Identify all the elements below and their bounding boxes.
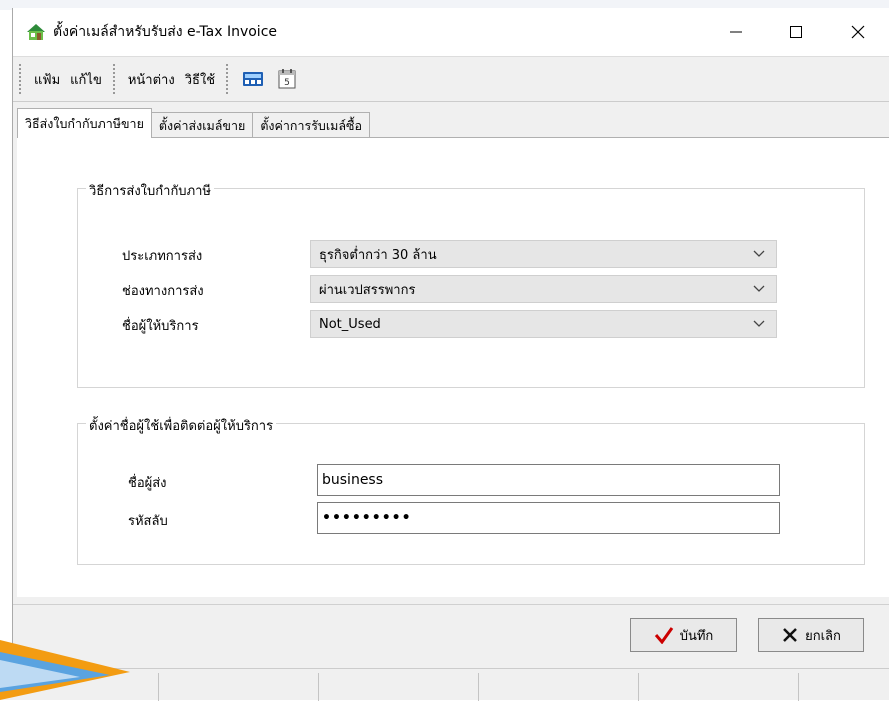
maximize-button[interactable] [773, 8, 819, 56]
title-bar: ตั้งค่าเมล์สำหรับรับส่ง e-Tax Invoice [13, 8, 889, 56]
chevron-down-icon [753, 320, 765, 327]
cancel-button-label: ยกเลิก [805, 628, 841, 644]
sender-input[interactable]: business [317, 464, 780, 496]
password-input[interactable]: ••••••••• [317, 502, 780, 534]
svg-text:5: 5 [284, 78, 290, 88]
checkmark-icon [654, 627, 673, 644]
provider-label: ชื่อผู้ให้บริการ [122, 319, 199, 334]
send-method-group-title: วิธีการส่งใบกำกับภาษี [86, 180, 215, 201]
toolbar-grip [226, 64, 230, 94]
toolbar-grip [19, 64, 23, 94]
provider-login-group: ตั้งค่าชื่อผู้ใช้เพื่อติดต่อผู้ให้บริการ… [77, 415, 865, 565]
minimize-button[interactable] [713, 8, 759, 56]
status-divider [638, 673, 639, 701]
provider-select[interactable]: Not_Used [310, 310, 777, 338]
menu-edit[interactable]: แก้ไข [65, 69, 107, 90]
tab-sales-mail[interactable]: ตั้งค่าส่งเมล์ขาย [150, 112, 254, 138]
calculator-icon[interactable] [241, 68, 265, 90]
save-button-label: บันทึก [679, 628, 714, 644]
toolbar-grip [112, 64, 117, 94]
cancel-button[interactable]: ยกเลิก [758, 618, 864, 652]
send-channel-label: ช่องทางการส่ง [122, 284, 204, 299]
sender-label: ชื่อผู้ส่ง [128, 476, 167, 491]
close-button[interactable] [835, 8, 881, 56]
password-value: ••••••••• [322, 510, 412, 526]
chevron-down-icon [753, 250, 765, 257]
tab-panel: วิธีการส่งใบกำกับภาษี ประเภทการส่ง ธุรกิ… [17, 137, 889, 597]
chevron-down-icon [753, 285, 765, 292]
close-icon [851, 25, 865, 39]
status-divider [158, 673, 159, 701]
minimize-icon [730, 31, 742, 33]
status-divider [478, 673, 479, 701]
status-divider [318, 673, 319, 701]
menu-window[interactable]: หน้าต่าง [123, 69, 180, 90]
send-channel-value: ผ่านเวปสรรพากร [319, 282, 416, 298]
tab-send-method[interactable]: วิธีส่งใบกำกับภาษีขาย [17, 108, 152, 138]
provider-login-group-title: ตั้งค่าชื่อผู้ใช้เพื่อติดต่อผู้ให้บริการ [86, 415, 277, 436]
decorative-swoosh [0, 640, 130, 700]
menu-bar: แฟ้ม แก้ไข หน้าต่าง วิธีใช้ 5 [13, 56, 889, 102]
house-icon [27, 24, 45, 40]
tab-purchase-mail[interactable]: ตั้งค่าการรับเมล์ซื้อ [252, 112, 371, 138]
sender-value: business [322, 472, 384, 488]
menu-file[interactable]: แฟ้ม [29, 69, 65, 90]
save-button[interactable]: บันทึก [630, 618, 737, 652]
send-method-group: วิธีการส่งใบกำกับภาษี ประเภทการส่ง ธุรกิ… [77, 180, 865, 388]
window-title: ตั้งค่าเมล์สำหรับรับส่ง e-Tax Invoice [53, 24, 278, 40]
menu-help[interactable]: วิธีใช้ [180, 69, 220, 90]
send-type-label: ประเภทการส่ง [122, 249, 203, 264]
provider-value: Not_Used [319, 316, 381, 332]
status-divider [798, 673, 799, 701]
calendar-icon[interactable]: 5 [275, 68, 299, 90]
cancel-x-icon [783, 628, 797, 642]
password-label: รหัสลับ [128, 514, 168, 529]
send-channel-select[interactable]: ผ่านเวปสรรพากร [310, 275, 777, 303]
send-type-select[interactable]: ธุรกิจต่ำกว่า 30 ล้าน [310, 240, 777, 268]
maximize-icon [790, 26, 802, 38]
tab-strip: วิธีส่งใบกำกับภาษีขาย ตั้งค่าส่งเมล์ขาย … [17, 108, 371, 138]
app-window: ตั้งค่าเมล์สำหรับรับส่ง e-Tax Invoice แฟ… [12, 8, 889, 668]
send-type-value: ธุรกิจต่ำกว่า 30 ล้าน [319, 247, 437, 263]
footer-separator [13, 604, 889, 605]
